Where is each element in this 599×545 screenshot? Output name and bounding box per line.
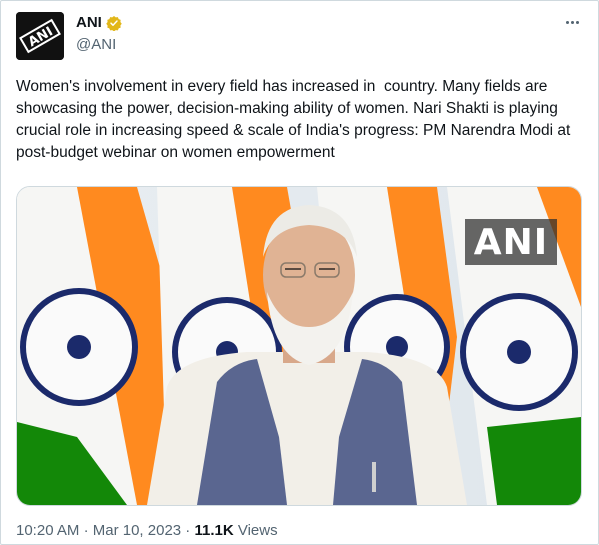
- author-name-row[interactable]: ANI: [76, 14, 122, 31]
- tweet-text: Women's involvement in every field has i…: [16, 78, 575, 161]
- ani-logo-icon: ANI: [16, 12, 64, 60]
- verified-badge-icon: [106, 15, 122, 31]
- meta-separator-2: ·: [185, 522, 191, 539]
- tweet-date[interactable]: Mar 10, 2023: [93, 522, 181, 539]
- views-label: Views: [237, 522, 278, 539]
- author-handle[interactable]: @ANI: [76, 36, 116, 53]
- views-count[interactable]: 11.1K: [194, 522, 233, 539]
- tweet-meta: 10:20 AM · Mar 10, 2023 · 11.1K Views: [16, 522, 278, 539]
- author-name[interactable]: ANI: [76, 14, 102, 31]
- tweet-time[interactable]: 10:20 AM: [16, 522, 79, 539]
- author-avatar[interactable]: ANI: [16, 12, 64, 60]
- meta-separator-1: ·: [83, 522, 89, 539]
- media-watermark: ANI: [465, 219, 557, 265]
- more-options-icon[interactable]: [560, 10, 584, 34]
- tweet-media[interactable]: ANI: [16, 186, 582, 506]
